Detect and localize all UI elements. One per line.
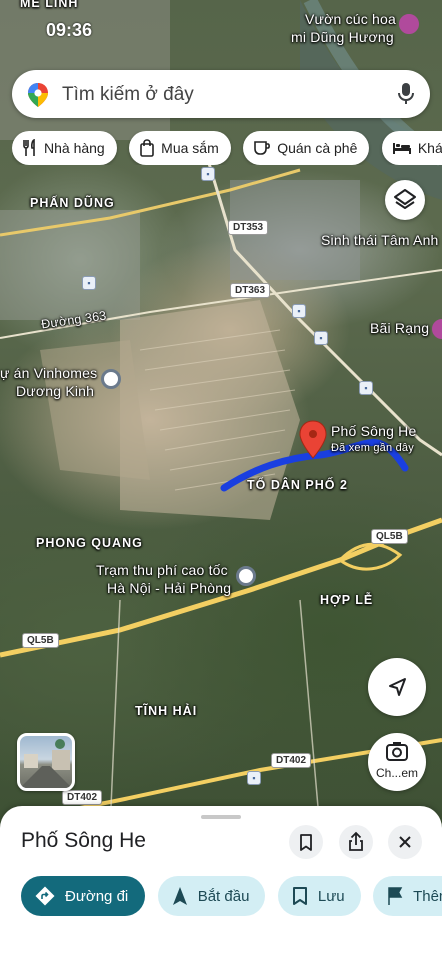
lens-button[interactable]: Ch...em bbox=[368, 733, 426, 791]
more-button[interactable]: Thêm bbox=[373, 876, 442, 916]
microphone-icon[interactable] bbox=[396, 82, 416, 106]
action-label: Đường đi bbox=[65, 887, 129, 905]
action-label: Thêm bbox=[413, 887, 442, 905]
navigation-arrow-icon bbox=[389, 678, 406, 696]
share-button[interactable] bbox=[339, 825, 373, 859]
bookmark-icon bbox=[292, 887, 307, 905]
bus-stop-icon[interactable]: ▪ bbox=[292, 304, 306, 318]
drag-handle[interactable] bbox=[201, 815, 241, 819]
bus-stop-icon[interactable]: ▪ bbox=[359, 381, 373, 395]
place-bottom-sheet[interactable]: Phố Sông He Đường đi Bắt đầu Lưu Thê bbox=[0, 806, 442, 960]
chip-label: Mua sắm bbox=[161, 140, 219, 156]
search-bar[interactable]: Tìm kiếm ở đây bbox=[12, 70, 430, 118]
area-label: PHONG QUANG bbox=[36, 536, 143, 550]
bus-stop-icon[interactable]: ▪ bbox=[314, 331, 328, 345]
chip-restaurants[interactable]: Nhà hàng bbox=[12, 131, 117, 165]
poi-label: Dương Kinh bbox=[16, 383, 95, 399]
area-label: TỔ DÂN PHỐ 2 bbox=[247, 478, 348, 492]
street-view-thumbnail[interactable] bbox=[17, 733, 75, 791]
road-shield: QL5B bbox=[371, 529, 408, 544]
start-button[interactable]: Bắt đầu bbox=[157, 876, 266, 916]
search-input[interactable]: Tìm kiếm ở đây bbox=[62, 84, 194, 106]
save-action-button[interactable]: Lưu bbox=[277, 876, 361, 916]
bed-icon bbox=[392, 143, 411, 154]
category-chips: Nhà hàng Mua sắm Quán cà phê Khác bbox=[12, 131, 442, 165]
poi-label: Bãi Rạng bbox=[370, 320, 430, 336]
area-label: HỢP LỄ bbox=[320, 593, 374, 607]
coffee-cup-icon bbox=[254, 141, 271, 155]
action-label: Lưu bbox=[317, 887, 345, 905]
selected-place-label: Phố Sông He bbox=[331, 423, 417, 439]
road-shield: DT402 bbox=[271, 753, 312, 768]
close-icon bbox=[399, 836, 411, 848]
close-button[interactable] bbox=[388, 825, 422, 859]
poi-label: Vườn cúc hoa bbox=[305, 11, 397, 27]
place-actions: Đường đi Bắt đầu Lưu Thêm bbox=[21, 876, 442, 918]
area-label: PHẤN DŨNG bbox=[30, 196, 115, 210]
poi-label: ự án Vinhomes bbox=[0, 365, 98, 381]
bus-stop-icon[interactable]: ▪ bbox=[82, 276, 96, 290]
chip-shopping[interactable]: Mua sắm bbox=[129, 131, 231, 165]
place-title: Phố Sông He bbox=[21, 829, 146, 852]
bus-stop-icon[interactable]: ▪ bbox=[201, 167, 215, 181]
save-button[interactable] bbox=[289, 825, 323, 859]
layers-icon bbox=[394, 189, 416, 209]
road-shield: DT402 bbox=[62, 790, 103, 805]
directions-icon bbox=[35, 886, 55, 906]
fork-knife-icon bbox=[23, 139, 35, 156]
chip-label: Khác bbox=[417, 140, 442, 156]
area-label: TĨNH HẢI bbox=[135, 704, 198, 718]
road-shield: DT363 bbox=[230, 283, 271, 298]
bus-stop-icon[interactable]: ▪ bbox=[247, 771, 261, 785]
flag-icon bbox=[388, 887, 403, 905]
poi-label: Sinh thái Tâm Anh bbox=[321, 232, 439, 248]
lens-label: Ch...em bbox=[375, 766, 418, 780]
chip-coffee[interactable]: Quán cà phê bbox=[243, 131, 370, 165]
poi-label: mi Dũng Hương bbox=[291, 29, 394, 45]
chip-label: Quán cà phê bbox=[277, 140, 358, 156]
poi-label: Trạm thu phí cao tốc bbox=[96, 562, 228, 578]
layers-button[interactable] bbox=[385, 180, 425, 220]
street-view-photo-icon bbox=[20, 739, 72, 788]
my-location-button[interactable] bbox=[368, 658, 426, 716]
status-time: 09:36 bbox=[46, 20, 93, 40]
road-shield: QL5B bbox=[22, 633, 59, 648]
area-label: MÊ LINH bbox=[20, 0, 79, 10]
road-shield: DT353 bbox=[228, 220, 269, 235]
garden-poi-icon[interactable] bbox=[399, 14, 419, 34]
camera-lens-icon bbox=[386, 742, 408, 761]
bookmark-icon bbox=[300, 834, 312, 851]
share-icon bbox=[349, 831, 363, 851]
directions-button[interactable]: Đường đi bbox=[21, 876, 146, 916]
navigation-arrow-icon bbox=[172, 887, 187, 905]
chip-hotels[interactable]: Khác bbox=[381, 131, 442, 165]
shopping-bag-icon bbox=[140, 139, 154, 157]
poi-label: Hà Nội - Hải Phòng bbox=[107, 580, 232, 596]
chip-label: Nhà hàng bbox=[44, 140, 105, 156]
maps-logo-icon bbox=[28, 83, 48, 107]
recently-viewed-label: Đã xem gần đây bbox=[331, 442, 414, 454]
toll-station-poi-icon[interactable] bbox=[236, 566, 256, 586]
vinhomes-poi-icon[interactable] bbox=[101, 369, 121, 389]
action-label: Bắt đầu bbox=[197, 887, 250, 905]
